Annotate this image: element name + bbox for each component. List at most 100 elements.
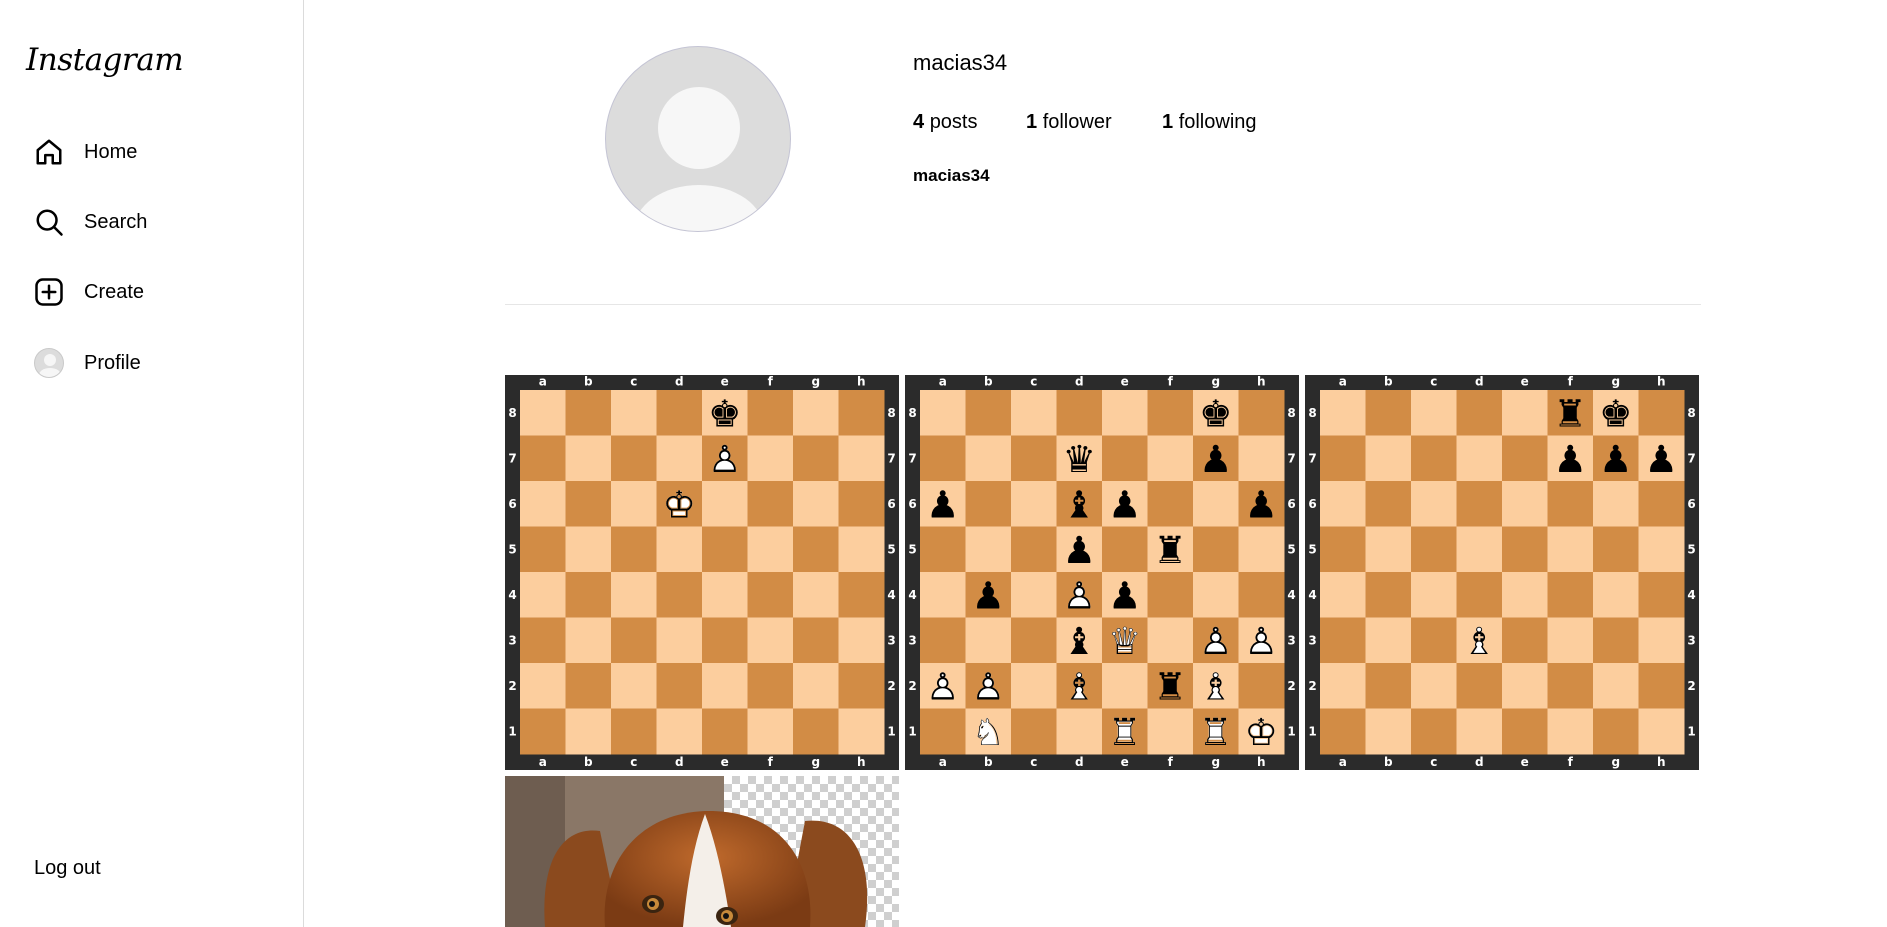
followers-count[interactable]: 1 follower	[1026, 111, 1112, 134]
file-label: b	[984, 755, 993, 769]
post-chess-board-1[interactable]: a a b b c c d d e e f f g g h h 8 8 7 7 6 6 5 5 4 4 3 3 2 2 1 1 ♚ ♟ ♙ ♚ ♔	[505, 375, 899, 770]
board-square	[1238, 435, 1285, 482]
white-pawn-icon: ♙	[1245, 619, 1278, 663]
black-pawn-icon: ♟	[926, 482, 959, 526]
board-square	[1456, 708, 1503, 755]
board-square	[611, 572, 657, 618]
board-square	[747, 708, 794, 755]
board-square	[1593, 526, 1639, 573]
board-square	[520, 526, 566, 573]
board-square	[1365, 481, 1412, 527]
board-square	[520, 572, 566, 618]
board-square	[1238, 663, 1285, 709]
post-dog-photo[interactable]	[505, 776, 899, 927]
file-label: e	[721, 755, 729, 769]
black-pawn-icon: ♟	[1199, 437, 1232, 481]
rank-label: 6	[887, 497, 895, 511]
board-square	[565, 663, 612, 709]
board-square	[1365, 435, 1412, 482]
board-square	[565, 526, 612, 573]
board-square	[747, 390, 794, 436]
black-king-icon: ♚	[1199, 391, 1232, 435]
instagram-logo[interactable]: Instagram	[26, 42, 184, 78]
board-square	[611, 435, 657, 482]
file-label: f	[1168, 755, 1174, 769]
dog-photo	[505, 776, 899, 927]
board-square	[1102, 526, 1148, 573]
sidebar-item-create[interactable]: Create	[33, 272, 144, 312]
sidebar-item-profile[interactable]: Profile	[33, 343, 141, 383]
profile-username: macias34	[913, 50, 1008, 75]
board-square	[1411, 390, 1457, 436]
board-square	[838, 572, 885, 618]
board-square	[520, 663, 566, 709]
board-square	[1011, 708, 1057, 755]
board-square	[965, 435, 1012, 482]
board-square	[793, 572, 839, 618]
post-chess-board-3[interactable]: a a b b c c d d e e f f g g h h 8 8 7 7 6 6 5 5 4 4 3 3 2 2 1 1 ♜ ♚ ♟ ♟ ♟ ♝ ♗	[1305, 375, 1699, 770]
board-square	[793, 481, 839, 527]
board-square	[1056, 390, 1103, 436]
rank-label: 2	[1687, 679, 1695, 693]
board-square	[702, 663, 748, 709]
chess-board: a a b b c c d d e e f f g g h h 8 8 7 7 6 6 5 5 4 4 3 3 2 2 1 1 ♚ ♟ ♙ ♚ ♔	[505, 375, 899, 770]
file-label: c	[1030, 375, 1037, 389]
board-square	[1238, 572, 1285, 618]
file-label: e	[1121, 755, 1129, 769]
file-label: c	[630, 755, 637, 769]
board-square	[1411, 526, 1457, 573]
board-square	[1638, 481, 1685, 527]
board-square	[1456, 435, 1503, 482]
rank-label: 3	[1287, 633, 1295, 647]
board-square	[1502, 435, 1548, 482]
rank-label: 1	[1687, 724, 1695, 738]
sidebar-item-home[interactable]: Home	[33, 132, 137, 172]
board-square	[1547, 708, 1594, 755]
board-square	[747, 572, 794, 618]
board-square	[520, 435, 566, 482]
rank-label: 5	[1308, 542, 1316, 556]
board-square	[565, 390, 612, 436]
black-king-icon: ♚	[708, 391, 741, 435]
file-label: h	[1657, 375, 1666, 389]
file-label: e	[1521, 755, 1529, 769]
board-square	[747, 617, 794, 664]
file-label: h	[1657, 755, 1666, 769]
file-label: g	[811, 755, 820, 769]
rank-label: 2	[1287, 679, 1295, 693]
file-label: b	[584, 375, 593, 389]
rank-label: 4	[1287, 588, 1295, 602]
file-label: a	[1339, 375, 1347, 389]
board-square	[1320, 435, 1366, 482]
board-square	[1147, 617, 1194, 664]
board-square	[1547, 663, 1594, 709]
profile-avatar[interactable]	[605, 46, 791, 232]
board-square	[1147, 708, 1194, 755]
board-square	[793, 617, 839, 664]
board-square	[793, 708, 839, 755]
sidebar-item-label: Home	[84, 140, 138, 163]
board-square	[747, 435, 794, 482]
sidebar-item-search[interactable]: Search	[33, 202, 147, 242]
board-square	[1320, 481, 1366, 527]
board-square	[1638, 572, 1685, 618]
white-rook-icon: ♖	[1108, 710, 1141, 754]
search-icon	[33, 206, 65, 238]
post-chess-board-2[interactable]: a a b b c c d d e e f f g g h h 8 8 7 7 6 6 5 5 4 4 3 3 2 2 1 1 ♚ ♛ ♟ ♟ ♝ ♟ ♟ ♟…	[905, 375, 1299, 770]
posts-count: 4 posts	[913, 111, 978, 134]
black-pawn-icon: ♟	[1554, 437, 1587, 481]
logout-button[interactable]: Log out	[34, 857, 101, 880]
board-square	[1011, 390, 1057, 436]
rank-label: 7	[1308, 451, 1316, 465]
board-square	[1365, 663, 1412, 709]
black-pawn-icon: ♟	[1063, 528, 1096, 572]
white-pawn-icon: ♙	[972, 664, 1005, 708]
file-label: c	[1030, 755, 1037, 769]
board-square	[702, 572, 748, 618]
board-square	[1411, 481, 1457, 527]
rank-label: 1	[508, 724, 516, 738]
black-queen-icon: ♛	[1063, 437, 1096, 481]
following-count[interactable]: 1 following	[1162, 111, 1257, 134]
sidebar: Instagram Home Search Create Profile Log…	[0, 0, 304, 927]
board-square	[747, 481, 794, 527]
